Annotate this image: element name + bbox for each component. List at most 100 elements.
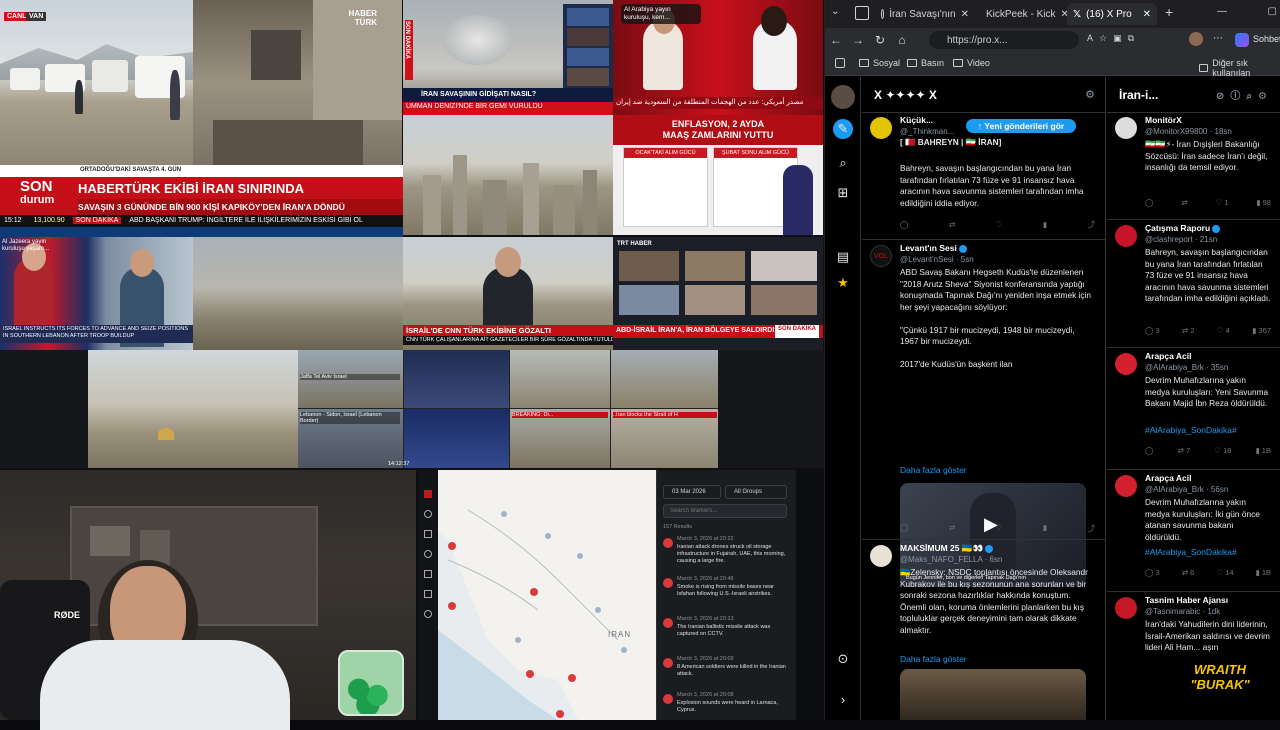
like-icon[interactable]: ♡ 1 [1216, 197, 1229, 208]
more-menu-icon[interactable]: ⊙ [833, 649, 853, 669]
tab-iran[interactable]: İran Savaşı'nın ✕ [875, 3, 975, 25]
like-icon[interactable]: ♡ 4 [1217, 325, 1230, 336]
tweet-author[interactable]: MonitörX [1145, 115, 1182, 126]
views-icon[interactable]: ▮ [1043, 523, 1047, 534]
avatar[interactable]: VOL [870, 245, 892, 267]
back-arrow-icon[interactable]: ← [825, 29, 847, 51]
reply-icon[interactable]: ◯ [900, 523, 908, 534]
like-icon[interactable]: ♡ 14 [1216, 567, 1233, 578]
retweet-icon[interactable]: ⇄ [949, 523, 955, 534]
tweet-author[interactable]: Küçük... [900, 115, 933, 126]
marker-item[interactable]: March 3, 2026 at 20:09 8 American soldie… [663, 656, 791, 686]
tab-xpro[interactable]: 𝕏 (16) X Pro ✕ [1067, 3, 1157, 25]
avatar[interactable] [1115, 225, 1137, 247]
layers-icon[interactable] [424, 510, 432, 518]
tweet-author[interactable]: Tasnim Haber Ajansı [1145, 595, 1228, 606]
map-canvas[interactable]: IRAN [438, 470, 656, 720]
profile-avatar[interactable] [1189, 32, 1203, 46]
reply-icon[interactable]: ◯ 3 [1145, 567, 1160, 578]
retweet-icon[interactable]: ⇄ [1181, 197, 1187, 208]
bookmarks-panel-icon[interactable] [835, 58, 845, 68]
marker-item[interactable]: March 3, 2026 at 20:13 The Iranian balli… [663, 616, 791, 650]
account-avatar[interactable] [831, 85, 855, 109]
camera-icon[interactable] [424, 610, 432, 618]
marker-search-input[interactable] [663, 504, 787, 518]
minimize-icon[interactable]: — [1217, 6, 1227, 22]
reply-icon[interactable]: ◯ [1145, 197, 1153, 208]
new-tab-button[interactable]: + [1165, 4, 1181, 22]
show-more-link[interactable]: Daha fazla göster [900, 654, 967, 665]
search-icon[interactable]: ⌕ [833, 153, 853, 173]
close-icon[interactable]: ✕ [1143, 9, 1151, 20]
views-icon[interactable]: ▮ 367 [1252, 325, 1271, 336]
marker-item[interactable]: March 3, 2026 at 20:22 Iranian attack dr… [663, 536, 791, 570]
tweet[interactable]: VOL Levant'ın Sesi @Levant'nSesi · 5sn A… [862, 241, 1105, 587]
tweet-media[interactable] [900, 669, 1086, 720]
workspaces-icon[interactable] [855, 6, 869, 20]
tweet[interactable]: MonitörX @MonitorX99800 · 18sn 🇮🇷🇮🇷⚡- İr… [1107, 113, 1280, 219]
address-bar[interactable]: https://pro.x... [929, 31, 1079, 49]
more-options-icon[interactable]: ⋯ [1213, 33, 1223, 44]
reply-icon[interactable]: ◯ 3 [1145, 325, 1160, 336]
favorite-star-icon[interactable]: ☆ [1099, 33, 1107, 47]
refresh-icon[interactable]: ↻ [869, 29, 891, 51]
copilot-icon[interactable] [1235, 33, 1249, 47]
hashtag-link[interactable]: #AlArabiya_SonDakika# [1145, 425, 1237, 436]
expand-chevron-icon[interactable]: › [833, 689, 853, 709]
maximize-icon[interactable]: ▢ [1268, 6, 1277, 22]
date-filter[interactable]: 03 Mar 2026 [663, 485, 721, 499]
retweet-icon[interactable]: ⇄ 7 [1178, 445, 1191, 456]
views-icon[interactable]: ▮ 1B [1256, 445, 1271, 456]
tab-kickpeek[interactable]: KickPeek - Kick ✕ [975, 3, 1067, 25]
views-icon[interactable]: ▮ 1B [1256, 567, 1271, 578]
tweet-author[interactable]: Çatışma Raporu [1145, 223, 1221, 234]
tweet-author[interactable]: MAKSİMUM 25 🇺🇦👀 [900, 543, 994, 554]
read-aloud-icon[interactable]: A [1087, 33, 1093, 47]
star-icon[interactable]: ★ [833, 273, 853, 293]
forward-arrow-icon[interactable]: → [847, 29, 869, 51]
marker-item[interactable]: March 3, 2026 at 20:08 Explosion sounds … [663, 692, 791, 720]
like-icon[interactable]: ♡ [996, 523, 1003, 534]
compose-icon[interactable]: ✎ [833, 119, 853, 139]
tweet-author[interactable]: Levant'ın Sesi [900, 243, 967, 254]
column-tools-icons[interactable]: ⊘ⓘ⌕⚙ [1216, 87, 1273, 102]
bookmark-folder-video[interactable]: Video [953, 58, 990, 68]
retweet-icon[interactable]: ⇄ [949, 219, 955, 230]
hashtag-link[interactable]: #AlArabiya_SonDakika# [1145, 547, 1237, 558]
show-more-link[interactable]: Daha fazla göster [900, 465, 967, 476]
home-icon[interactable]: ⌂ [891, 29, 913, 51]
flag-icon[interactable] [424, 490, 432, 498]
collections-icon[interactable]: ⧉ [1128, 33, 1134, 47]
bookmark-folder-other[interactable]: Diğer sık kullanılan [1199, 58, 1280, 78]
add-column-icon[interactable]: ⊞ [833, 183, 853, 203]
avatar[interactable] [1115, 353, 1137, 375]
marker-item[interactable]: March 3, 2026 at 20:48 Smoke is rising f… [663, 576, 791, 610]
tweet[interactable]: MAKSİMUM 25 🇺🇦👀 @Maks_NAFO_FELLA · 6sn 🇺… [862, 541, 1105, 720]
like-icon[interactable]: ♡ 18 [1214, 445, 1231, 456]
retweet-icon[interactable]: ⇄ 2 [1182, 325, 1195, 336]
bookmark-folder-sosyal[interactable]: Sosyal [859, 58, 900, 68]
pencil-icon[interactable] [424, 590, 432, 598]
column-settings-icon[interactable]: ⚙ [1085, 88, 1095, 101]
search-icon[interactable] [424, 550, 432, 558]
pin-icon[interactable] [424, 570, 432, 578]
avatar[interactable] [870, 545, 892, 567]
avatar[interactable] [1115, 475, 1137, 497]
views-icon[interactable]: ▮ 98 [1256, 197, 1271, 208]
tweet[interactable]: Küçük... @_Thinkman... [ 🇧🇭 BAHREYN | 🇮🇷… [862, 113, 1105, 239]
chat-label[interactable]: Sohbet [1253, 34, 1280, 44]
column-icon[interactable]: ▤ [833, 247, 853, 267]
reply-icon[interactable]: ◯ [900, 219, 908, 230]
share-icon[interactable]: ⤴ [1087, 523, 1095, 534]
extension-icon[interactable]: ▣ [1113, 33, 1122, 47]
grid-icon[interactable] [424, 530, 432, 538]
reply-icon[interactable]: ◯ [1145, 445, 1153, 456]
tweet[interactable]: Arapça Acil @AlArabiya_Brk · 56sn Devrim… [1107, 471, 1280, 591]
avatar[interactable] [1115, 117, 1137, 139]
tweet-author[interactable]: Arapça Acil [1145, 473, 1191, 484]
tab-menu-chevron-icon[interactable]: ⌄ [831, 6, 845, 20]
tweet[interactable]: Arapça Acil @AlArabiya_Brk · 35sn Devrim… [1107, 349, 1280, 469]
share-icon[interactable]: ⤴ [1087, 219, 1095, 230]
retweet-icon[interactable]: ⇄ 6 [1182, 567, 1195, 578]
tweet-author[interactable]: Arapça Acil [1145, 351, 1191, 362]
